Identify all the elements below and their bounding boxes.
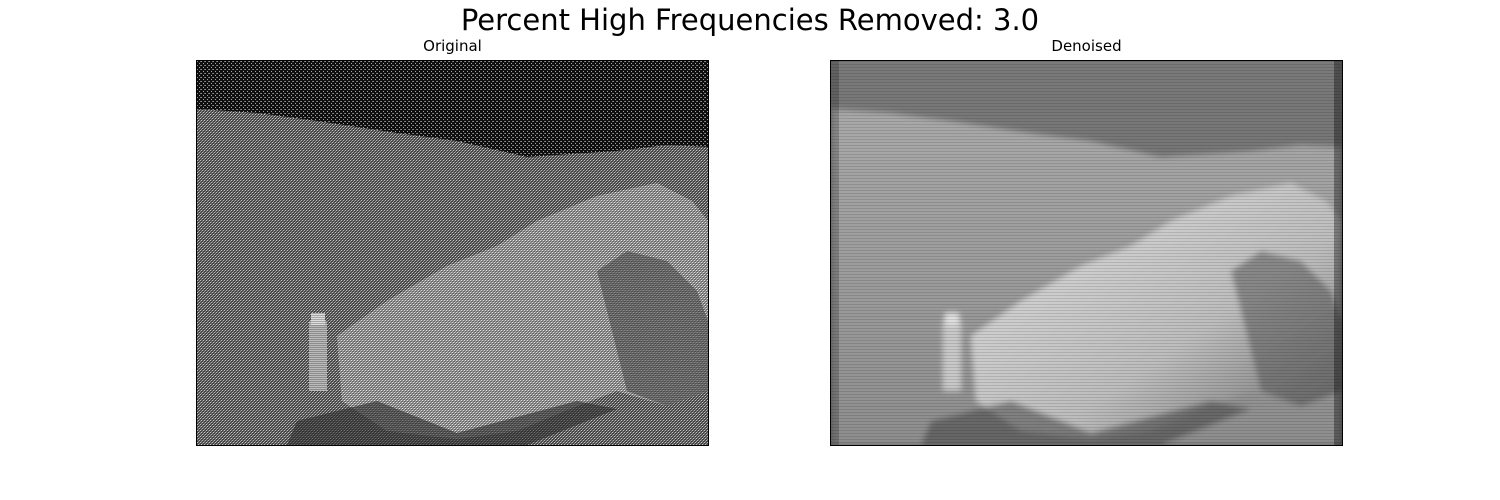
figure-title: Percent High Frequencies Removed: 3.0 [460, 3, 1040, 37]
original-panel-title: Original [423, 37, 482, 55]
denoised-image [830, 60, 1343, 446]
denoised-panel-title: Denoised [1051, 37, 1122, 55]
original-image [196, 60, 709, 446]
